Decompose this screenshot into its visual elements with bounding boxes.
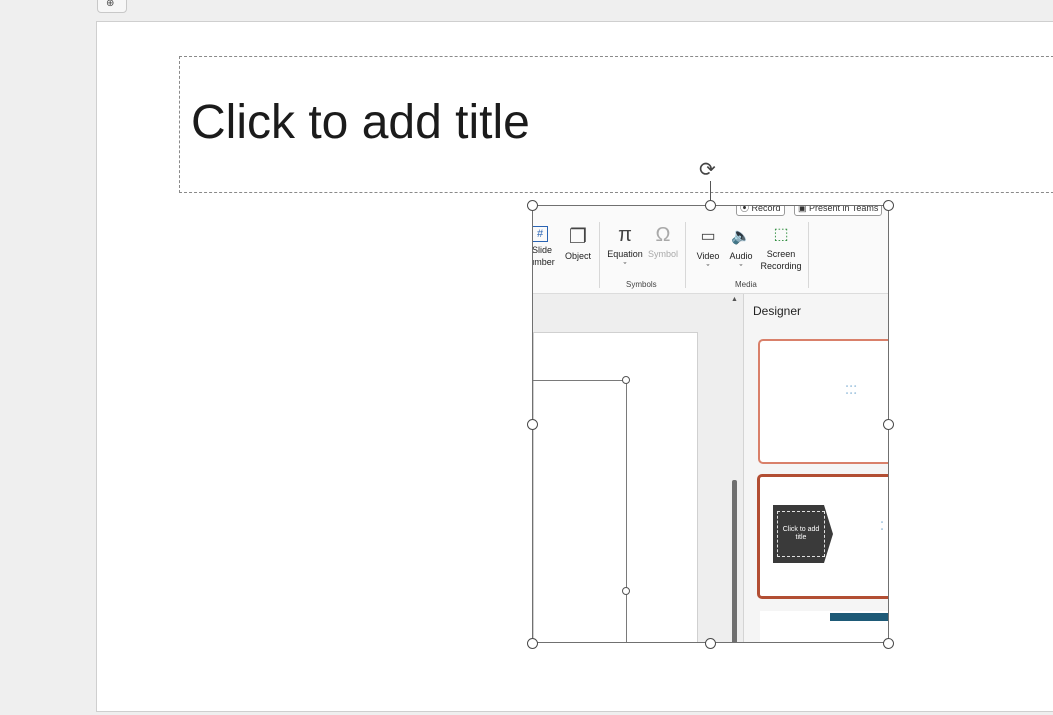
record-button: ⦿ Record [736,206,785,216]
audio-label: Audio [729,251,753,261]
ribbon-separator [685,222,686,288]
layout-icons: ▫▫▫ ▫▫▫ [846,384,859,397]
slide-thumbnail [533,332,698,642]
video-caret: ˇ [706,263,710,273]
resize-handle-bottom-right[interactable] [883,638,894,649]
picture-style-button[interactable]: ⊕ [97,0,127,13]
rotate-handle-icon[interactable]: ⟳ [699,158,716,182]
ribbon-separator [808,222,809,288]
object-icon: ❐ [569,226,587,248]
teal-accent-bar [830,613,888,621]
design-idea-card: ▫▫▫ ▫▫▫ [758,339,888,464]
symbol-label: Symbol [647,249,678,259]
screen-recording-icon: ⬚ [773,226,789,243]
pi-icon: π [618,224,632,246]
symbols-group-label: Symbols [626,280,657,289]
object-button: ❐ Object [561,226,595,262]
design-idea-card-selected: Click to add title ▫ ▫ [757,474,888,599]
video-label: Video [696,251,720,261]
title-placeholder[interactable]: Click to add title [179,56,1053,193]
resize-handle-top-right[interactable] [883,200,894,211]
scrollbar-thumb [732,480,737,642]
screen-recording-label-2: Recording [760,261,802,271]
scroll-up-icon: ▲ [731,296,738,303]
audio-caret: ˇ [739,263,743,273]
slide-number-button: # Slide umber [532,226,557,268]
symbol-button: Ω Symbol [645,224,681,260]
resize-handle-right[interactable] [883,419,894,430]
media-group-label: Media [735,280,757,289]
resize-handle-bottom[interactable] [705,638,716,649]
designer-header: Designer [753,304,802,318]
ribbon-separator [599,222,600,288]
inner-selection-edge [533,380,627,381]
scrollbar: ▲ [729,294,739,642]
pasted-screenshot-picture[interactable]: ⦿ Record ▣ Present in Teams # Slide umbe… [532,205,889,643]
resize-handle-top[interactable] [705,200,716,211]
screen-recording-button: ⬚ Screen Recording [758,224,804,272]
present-in-teams-button: ▣ Present in Teams [794,206,883,216]
layout-icons: ▫ ▫ [881,520,886,533]
equation-label: Equation [607,249,643,259]
slide-number-icon: # [533,226,548,242]
screen-recording-label-1: Screen [766,249,796,259]
inner-handle [622,587,630,595]
equation-button: π Equation ˇ [605,224,645,272]
title-placeholder-text: Click to add title [191,96,530,149]
omega-icon: Ω [655,224,671,246]
audio-button: 🔈 Audio ˇ [726,226,756,274]
slide-number-label-1: Slide [532,245,552,255]
equation-caret: ˇ [623,261,627,271]
audio-icon: 🔈 [731,228,751,245]
resize-handle-left[interactable] [527,419,538,430]
picture-style-icon: ⊕ [106,0,115,9]
object-label: Object [564,251,591,261]
chevron-shape: Click to add title [773,505,833,563]
slide-number-label-2: umber [533,257,555,267]
resize-handle-top-left[interactable] [527,200,538,211]
video-icon: ▭ [700,228,716,245]
video-button: ▭ Video ˇ [693,226,723,274]
editing-pane [533,294,743,642]
screenshot-ribbon: ⦿ Record ▣ Present in Teams # Slide umbe… [532,206,888,294]
inner-handle [622,376,630,384]
chevron-title: Click to add title [777,511,825,557]
inner-selection-edge [626,380,627,642]
resize-handle-bottom-left[interactable] [527,638,538,649]
designer-pane: Designer ▫▫▫ ▫▫▫ Click to add title ▫ ▫ [743,294,888,642]
design-idea-card [760,611,888,642]
